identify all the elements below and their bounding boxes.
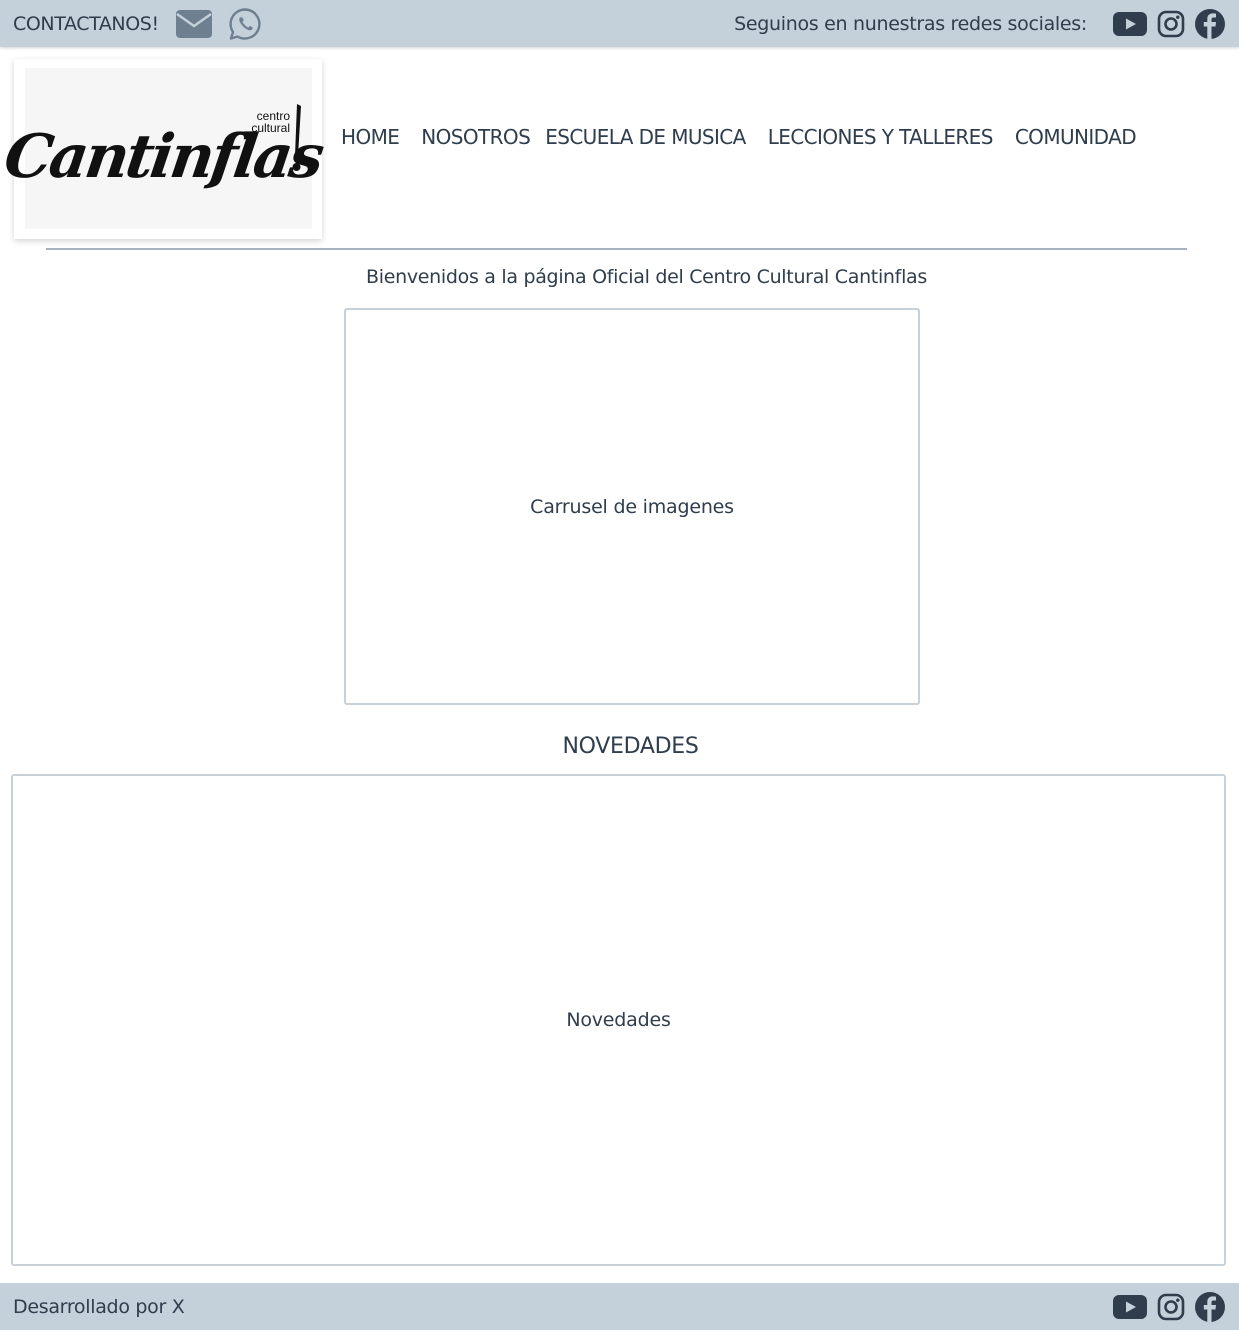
whatsapp-icon[interactable] [228, 7, 262, 41]
youtube-icon[interactable] [1113, 1294, 1147, 1319]
site-footer: Desarrollado por X [0, 1283, 1239, 1330]
facebook-icon[interactable] [1195, 8, 1225, 39]
logo: Cantinflas centro cultural [0, 68, 325, 229]
instagram-icon[interactable] [1157, 1293, 1185, 1321]
youtube-icon[interactable] [1113, 11, 1147, 36]
envelope-icon[interactable] [175, 9, 212, 38]
news-placeholder-label: Novedades [566, 1009, 671, 1031]
contact-group: CONTACTANOS! [13, 7, 262, 41]
news-heading: NOVEDADES [562, 734, 699, 759]
header-divider [46, 248, 1187, 250]
nav-escuela-de-musica[interactable]: ESCUELA DE MUSICA [545, 125, 746, 149]
top-bar: CONTACTANOS! Seguinos en nunestras redes… [0, 0, 1239, 47]
contact-label: CONTACTANOS! [13, 12, 159, 35]
welcome-text: Bienvenidos a la página Oficial del Cent… [365, 266, 927, 288]
logo-card[interactable]: Cantinflas centro cultural [0, 59, 325, 239]
nav-comunidad[interactable]: COMUNIDAD [1015, 125, 1137, 149]
carousel-placeholder-label: Carrusel de imagenes [530, 495, 734, 518]
footer-social-group [1113, 1291, 1225, 1322]
logo-subtitle-line2: cultural [251, 121, 290, 135]
instagram-icon[interactable] [1157, 10, 1185, 38]
social-group: Seguinos en nunestras redes sociales: [734, 8, 1225, 39]
main-nav: HOME NOSOTROS ESCUELA DE MUSICA LECCIONE… [341, 125, 1137, 149]
footer-credit: Desarrollado por X [13, 1295, 185, 1318]
facebook-icon[interactable] [1195, 1291, 1225, 1322]
follow-label: Seguinos en nunestras redes sociales: [734, 12, 1087, 35]
logo-subtitle: centro cultural [251, 110, 290, 134]
image-carousel[interactable]: Carrusel de imagenes [344, 308, 920, 705]
logo-exclamation-mark [292, 104, 302, 176]
news-section: Novedades [11, 774, 1226, 1266]
nav-nosotros[interactable]: NOSOTROS [421, 125, 531, 149]
site-header: Cantinflas centro cultural HOME NOSOTROS… [0, 47, 1239, 250]
nav-lecciones-y-talleres[interactable]: LECCIONES Y TALLERES [768, 125, 994, 149]
nav-home[interactable]: HOME [341, 125, 400, 149]
